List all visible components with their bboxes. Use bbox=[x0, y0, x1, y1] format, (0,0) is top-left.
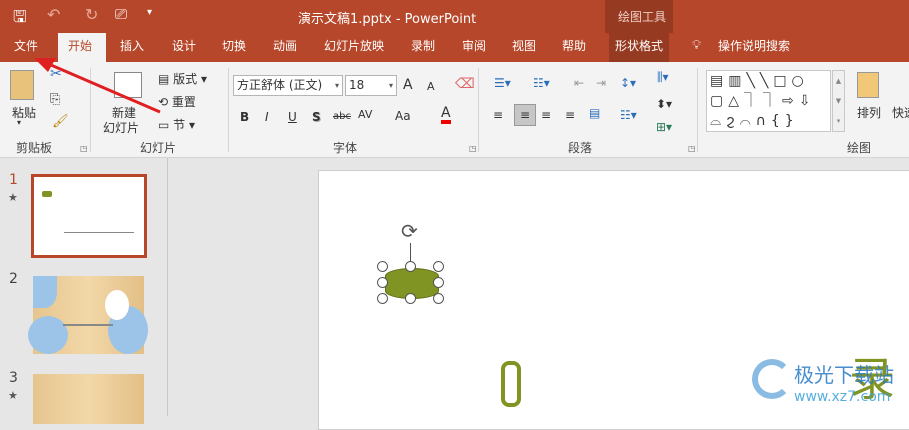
red-arrow-annotation bbox=[34, 58, 161, 114]
